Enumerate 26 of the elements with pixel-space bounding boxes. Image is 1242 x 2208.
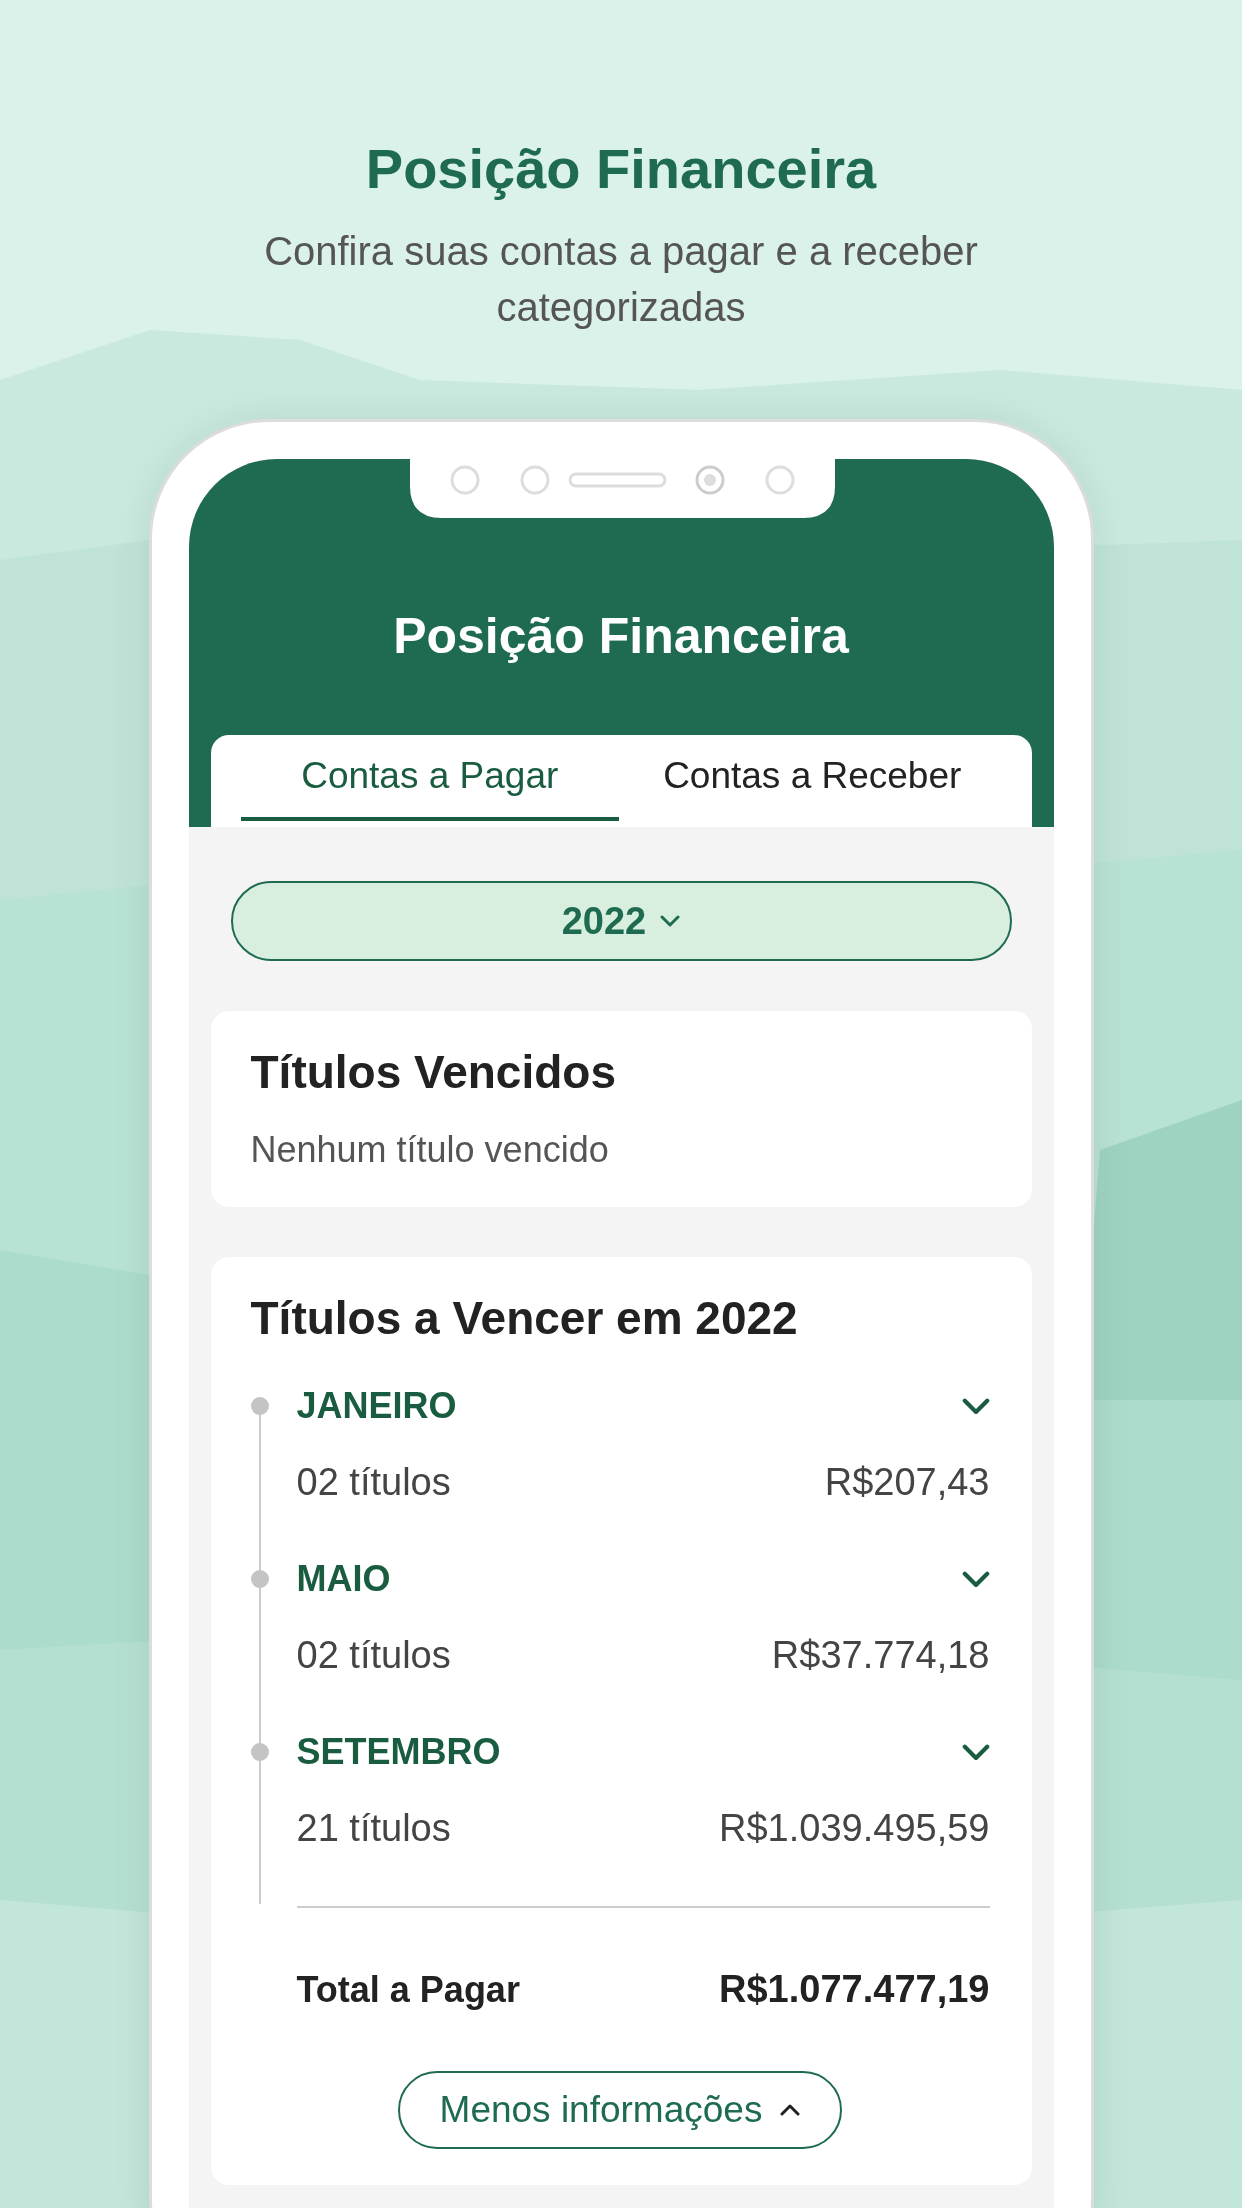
amount: R$207,43 xyxy=(824,1461,990,1504)
year-dropdown[interactable]: 2022 xyxy=(230,881,1012,961)
amount: R$1.039.495,59 xyxy=(719,1807,990,1850)
total-amount: R$1.077.477,19 xyxy=(719,1968,990,2011)
tab[interactable]: Contas a Pagar xyxy=(240,735,619,821)
tab[interactable]: Contas a Receber xyxy=(623,735,1002,821)
headline: Posição Financeira xyxy=(365,136,877,201)
chevron-down-icon xyxy=(660,915,681,927)
month-heading[interactable]: SETEMBRO xyxy=(296,1731,501,1773)
title-count: 02 títulos xyxy=(296,1461,451,1504)
title-count: 21 títulos xyxy=(296,1807,451,1850)
title-count: 02 títulos xyxy=(296,1634,451,1677)
less-info-button[interactable]: Menos informações xyxy=(397,2071,843,2149)
month-heading[interactable]: MAIO xyxy=(296,1558,391,1600)
total-label: Total a Pagar xyxy=(296,1968,520,2011)
empty-message: Nenhum título vencido xyxy=(250,1129,610,1171)
month-heading[interactable]: JANEIRO xyxy=(296,1385,457,1427)
card-title: Títulos a Vencer em 2022 xyxy=(250,1291,799,1345)
chevron-down-icon xyxy=(961,1397,990,1415)
chevron-down-icon xyxy=(961,1743,990,1761)
app-title: Posição Financeira xyxy=(393,607,849,665)
amount: R$37.774,18 xyxy=(771,1634,990,1677)
subtitle: Confira suas contas a pagar e a receber categorizadas xyxy=(263,228,979,331)
chevron-up-icon xyxy=(780,2104,801,2116)
card-title: Títulos Vencidos xyxy=(250,1045,617,1099)
chevron-down-icon xyxy=(961,1570,990,1588)
